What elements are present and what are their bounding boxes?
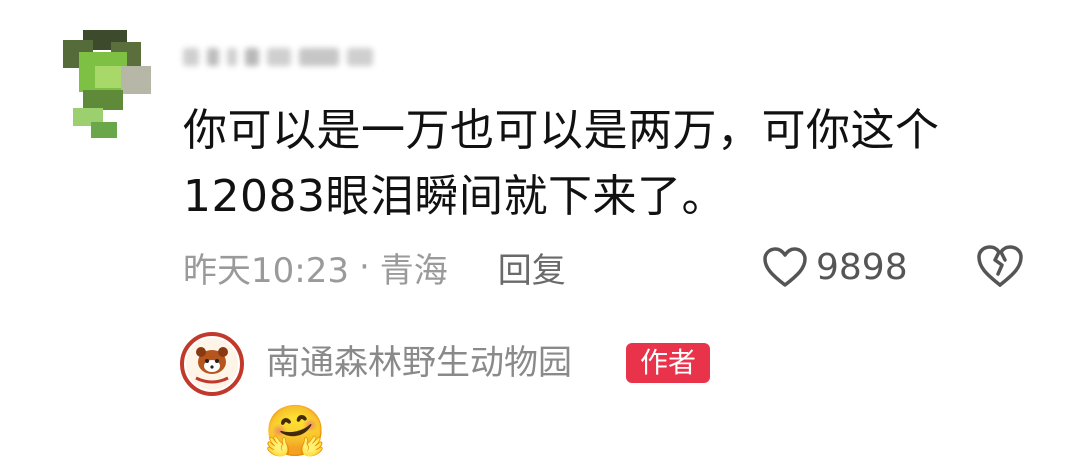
like-count: 9898 [816, 246, 908, 288]
user-avatar[interactable] [55, 30, 155, 140]
broken-heart-icon [977, 245, 1023, 287]
author-badge: 作者 [626, 343, 710, 383]
reply-emoji-hug: 🤗 [264, 402, 327, 460]
username[interactable]: · · · · · [183, 40, 463, 74]
comment-line-2: 12083眼泪瞬间就下来了。 [183, 171, 726, 222]
comment-timestamp: 昨天10:23 [183, 250, 349, 291]
reply-button[interactable]: 回复 [498, 243, 566, 292]
comment-line-1: 你可以是一万也可以是两万，可你这个 [183, 105, 940, 156]
red-panda-logo-icon [186, 338, 238, 390]
comment-meta: 昨天10:23 · 青海 回复 [183, 242, 566, 292]
comment-item: · · · · · 你可以是一万也可以是两万，可你这个 12083眼泪瞬间就下来… [0, 0, 1080, 472]
dislike-button[interactable] [975, 243, 1025, 291]
comment-text: 你可以是一万也可以是两万，可你这个 12083眼泪瞬间就下来了。 [183, 98, 1003, 230]
comment-location: 青海 [379, 250, 448, 291]
meta-separator: · [358, 247, 370, 287]
heart-icon [763, 247, 807, 287]
reply-author-name[interactable]: 南通森林野生动物园 [266, 338, 572, 388]
reply-avatar[interactable] [180, 332, 244, 396]
like-button[interactable]: 9898 [762, 243, 908, 291]
